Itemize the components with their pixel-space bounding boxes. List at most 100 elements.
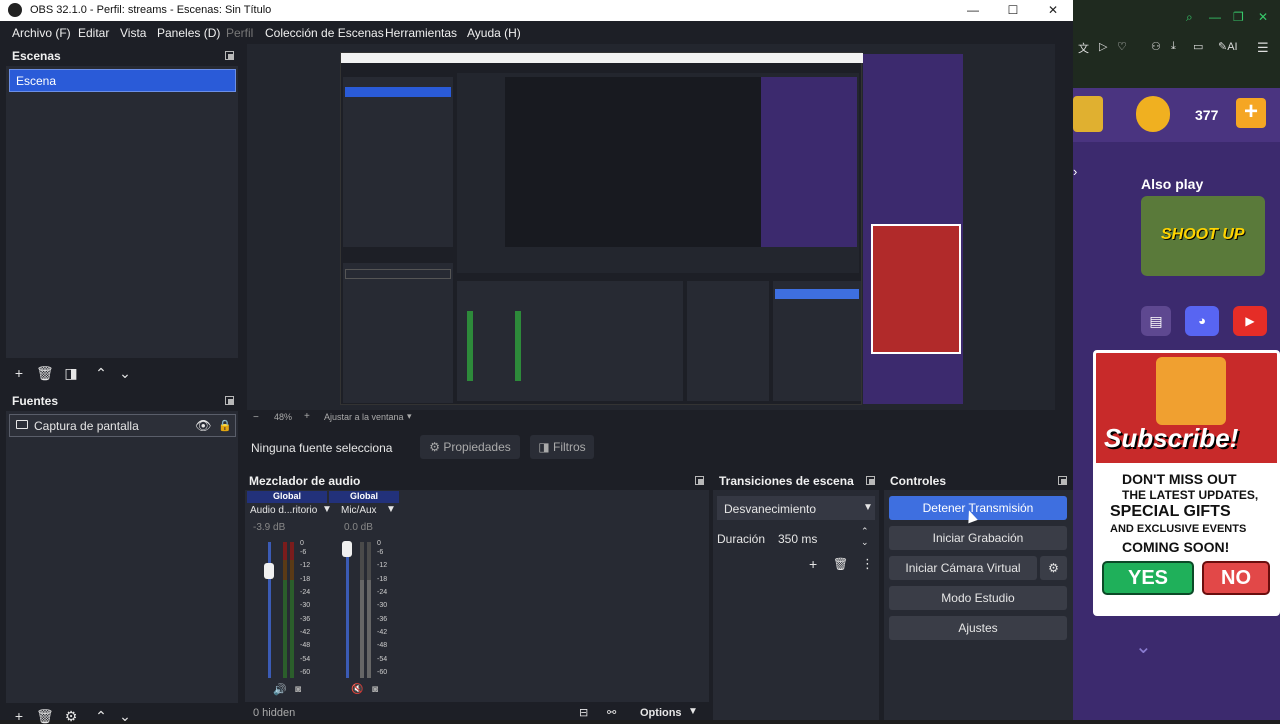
move-up-icon[interactable]: ⌃ — [94, 366, 108, 380]
stop-streaming-button[interactable]: Detener Transmisión — [889, 496, 1067, 520]
zoom-level: 48% — [274, 412, 293, 422]
move-up-icon[interactable]: ⌃ — [94, 709, 108, 723]
source-item-label: Captura de pantalla — [34, 419, 139, 433]
muted-icon[interactable]: 🔇 — [351, 684, 363, 695]
transition-select[interactable]: Desvanecimiento ▼ — [717, 496, 875, 520]
battery-icon[interactable]: ▭ — [1193, 40, 1203, 53]
remove-source-icon[interactable]: 🗑 — [36, 709, 54, 723]
no-source-label: Ninguna fuente selecciona — [251, 441, 393, 455]
studio-mode-button[interactable]: Modo Estudio — [889, 586, 1067, 610]
restore-icon[interactable]: ❐ — [1233, 10, 1244, 24]
chevron-down-icon[interactable]: ⌄ — [1135, 634, 1152, 659]
undock-icon[interactable] — [225, 51, 234, 60]
options-button[interactable]: Options — [640, 707, 682, 719]
chevron-down-icon[interactable]: ▼ — [386, 504, 396, 515]
play-icon[interactable]: ▷ — [1099, 40, 1107, 53]
undock-icon[interactable] — [866, 476, 875, 485]
preview-area[interactable] — [247, 44, 1055, 410]
no-button[interactable]: NO — [1202, 561, 1270, 595]
yes-button[interactable]: YES — [1102, 561, 1194, 595]
heart-icon[interactable]: ♡ — [1117, 40, 1127, 53]
menu-archivo[interactable]: Archivo (F) — [12, 26, 71, 40]
scenes-list: Escena — [6, 66, 238, 358]
speaker-icon[interactable]: 🔊 — [273, 683, 287, 696]
duration-input[interactable]: 350 ms ⌃ ⌄ — [773, 526, 875, 550]
chevron-right-icon[interactable]: › — [1073, 164, 1077, 179]
menu-perfil[interactable]: Perfil — [226, 26, 253, 40]
duration-value: 350 ms — [778, 532, 818, 546]
remove-scene-icon[interactable]: 🗑 — [36, 366, 54, 380]
maximize-button[interactable]: ☐ — [993, 0, 1033, 21]
more-options-icon[interactable]: ⋮ — [861, 556, 874, 572]
channel-name[interactable]: Audio d...ritorio — [250, 505, 317, 516]
properties-button[interactable]: ⚙ Propiedades — [420, 435, 520, 459]
nested-scene-item — [345, 87, 451, 97]
layout-icon[interactable]: ⊟ — [579, 706, 588, 719]
meter-tick: -12 — [377, 562, 388, 569]
undock-icon[interactable] — [1058, 476, 1067, 485]
filters-icon[interactable]: ◨ — [64, 366, 78, 380]
menu-ayuda[interactable]: Ayuda (H) — [467, 26, 521, 40]
spin-up-icon[interactable]: ⌃ — [861, 526, 869, 537]
clipboard-icon[interactable]: ▤ — [1141, 306, 1171, 336]
volume-slider-handle[interactable] — [264, 563, 274, 579]
filters-button[interactable]: ◨ Filtros — [530, 435, 594, 459]
undock-icon[interactable] — [695, 476, 704, 485]
menu-editar[interactable]: Editar — [78, 26, 109, 40]
meter-tick: -24 — [377, 589, 388, 596]
game-badge-icon — [1073, 96, 1103, 132]
youtube-icon[interactable]: ▶ — [1233, 306, 1267, 336]
chevron-down-icon[interactable]: ▼ — [322, 504, 332, 515]
move-down-icon[interactable]: ⌄ — [118, 366, 132, 380]
spin-down-icon[interactable]: ⌄ — [861, 537, 869, 548]
eye-icon[interactable]: 👁 — [195, 418, 212, 434]
zoom-out-icon[interactable]: − — [253, 412, 259, 423]
channel-db: -3.9 dB — [253, 522, 286, 533]
user-icon[interactable]: ⚇ — [1151, 40, 1161, 53]
chevron-down-icon[interactable]: ▾ — [407, 411, 412, 422]
channel-name[interactable]: Mic/Aux — [341, 505, 377, 516]
menu-vista[interactable]: Vista — [120, 26, 146, 40]
link-icon[interactable]: ⚯ — [607, 706, 616, 719]
chevron-down-icon[interactable]: ▼ — [688, 706, 698, 717]
add-coins-button[interactable]: + — [1236, 98, 1266, 128]
channel-group: Global — [247, 491, 327, 503]
menu-herramientas[interactable]: Herramientas — [385, 26, 457, 40]
menu-coleccion-escenas[interactable]: Colección de Escenas — [265, 26, 384, 40]
shoot-up-thumbnail[interactable]: SHOOT UP — [1141, 196, 1265, 276]
undock-icon[interactable] — [225, 396, 234, 405]
scene-item[interactable]: Escena — [9, 69, 236, 92]
volume-slider-track[interactable] — [346, 542, 349, 678]
move-down-icon[interactable]: ⌄ — [118, 709, 132, 723]
start-virtual-camera-button[interactable]: Iniciar Cámara Virtual — [889, 556, 1037, 580]
translate-icon[interactable]: 文 — [1078, 40, 1089, 56]
lock-icon[interactable]: 🔒 — [218, 419, 232, 432]
gear-icon[interactable]: ⚙ — [64, 709, 78, 723]
start-recording-button[interactable]: Iniciar Grabación — [889, 526, 1067, 550]
add-source-icon[interactable]: + — [12, 709, 26, 723]
source-item[interactable]: Captura de pantalla 👁 🔒 — [9, 414, 236, 437]
fit-window[interactable]: Ajustar a la ventana — [324, 412, 404, 422]
close-icon[interactable]: ✕ — [1258, 10, 1268, 24]
menu-paneles[interactable]: Paneles (D) — [157, 26, 220, 40]
add-transition-icon[interactable]: + — [809, 556, 817, 572]
discord-icon[interactable]: ◕ — [1185, 306, 1219, 336]
headphones-icon[interactable]: ◙ — [372, 684, 378, 695]
ai-icon[interactable]: ✎AI — [1218, 40, 1238, 53]
shoot-up-title: SHOOT UP — [1161, 226, 1245, 243]
menu-icon[interactable]: ☰ — [1257, 40, 1269, 56]
scenes-title: Escenas — [12, 49, 61, 63]
headphones-icon[interactable]: ◙ — [295, 684, 301, 695]
remove-transition-icon[interactable]: 🗑 — [833, 557, 848, 571]
search-icon[interactable]: ⌕ — [1186, 10, 1193, 25]
coming-soon-text: COMING SOON! — [1122, 539, 1230, 555]
add-scene-icon[interactable]: + — [12, 366, 26, 380]
close-button[interactable]: ✕ — [1033, 0, 1073, 21]
zoom-in-icon[interactable]: + — [304, 411, 310, 422]
minimize-button[interactable]: — — [953, 0, 993, 21]
minimize-icon[interactable]: — — [1209, 10, 1221, 24]
download-icon[interactable]: ⤓ — [1171, 40, 1176, 53]
volume-slider-handle[interactable] — [342, 541, 352, 557]
settings-button[interactable]: Ajustes — [889, 616, 1067, 640]
virtual-camera-settings-button[interactable]: ⚙ — [1040, 556, 1067, 580]
